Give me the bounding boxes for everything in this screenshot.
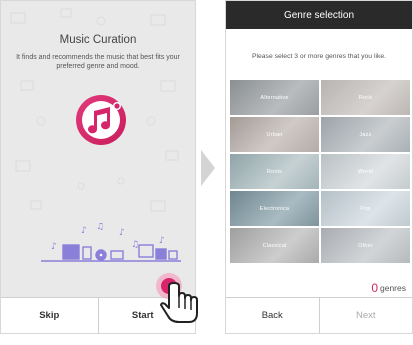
genre-tile-classical[interactable]: Classical: [230, 228, 319, 263]
svg-text:♫: ♫: [96, 223, 104, 232]
hand-pointer-icon: [156, 273, 198, 323]
svg-text:♪: ♪: [81, 226, 87, 236]
selected-genre-count: 0 genres: [371, 281, 406, 295]
start-button-label: Start: [131, 310, 154, 321]
genre-tile-pop[interactable]: Pop: [321, 191, 410, 226]
svg-text:♫: ♫: [131, 240, 139, 250]
back-button[interactable]: Back: [226, 298, 319, 333]
genre-tile-jazz[interactable]: Jazz: [321, 117, 410, 152]
connected-devices-illustration: ♪ ♫ ♪ ♪ ♫ ♪: [41, 223, 181, 262]
genre-tile-other[interactable]: Other: [321, 228, 410, 263]
selected-count-number: 0: [371, 281, 378, 295]
genre-grid: Alternative Rock Urban Jazz Roots World …: [230, 80, 410, 263]
genre-tile-electronica[interactable]: Electronica: [230, 191, 319, 226]
genre-selection-header: Genre selection: [226, 1, 412, 29]
curation-description: It finds and recommends the music that b…: [16, 54, 180, 70]
genre-tile-urban[interactable]: Urban: [230, 117, 319, 152]
music-note-logo-icon: [76, 95, 126, 145]
svg-text:♪: ♪: [119, 228, 125, 238]
genre-tile-world[interactable]: World: [321, 154, 410, 189]
genre-bottom-bar: Back Next: [226, 297, 412, 333]
genre-tile-rock[interactable]: Rock: [321, 80, 410, 115]
arrow-right-icon: [201, 150, 215, 186]
svg-text:♪: ♪: [159, 236, 165, 246]
genre-tile-roots[interactable]: Roots: [230, 154, 319, 189]
skip-button[interactable]: Skip: [1, 298, 98, 333]
genre-instruction: Please select 3 or more genres that you …: [251, 53, 387, 60]
svg-text:♪: ♪: [51, 242, 57, 252]
selected-count-suffix: genres: [380, 283, 406, 293]
genre-selection-screen: Genre selection Please select 3 or more …: [225, 0, 413, 334]
next-button[interactable]: Next: [318, 298, 413, 333]
curation-title: Music Curation: [59, 34, 137, 46]
genre-tile-alternative[interactable]: Alternative: [230, 80, 319, 115]
